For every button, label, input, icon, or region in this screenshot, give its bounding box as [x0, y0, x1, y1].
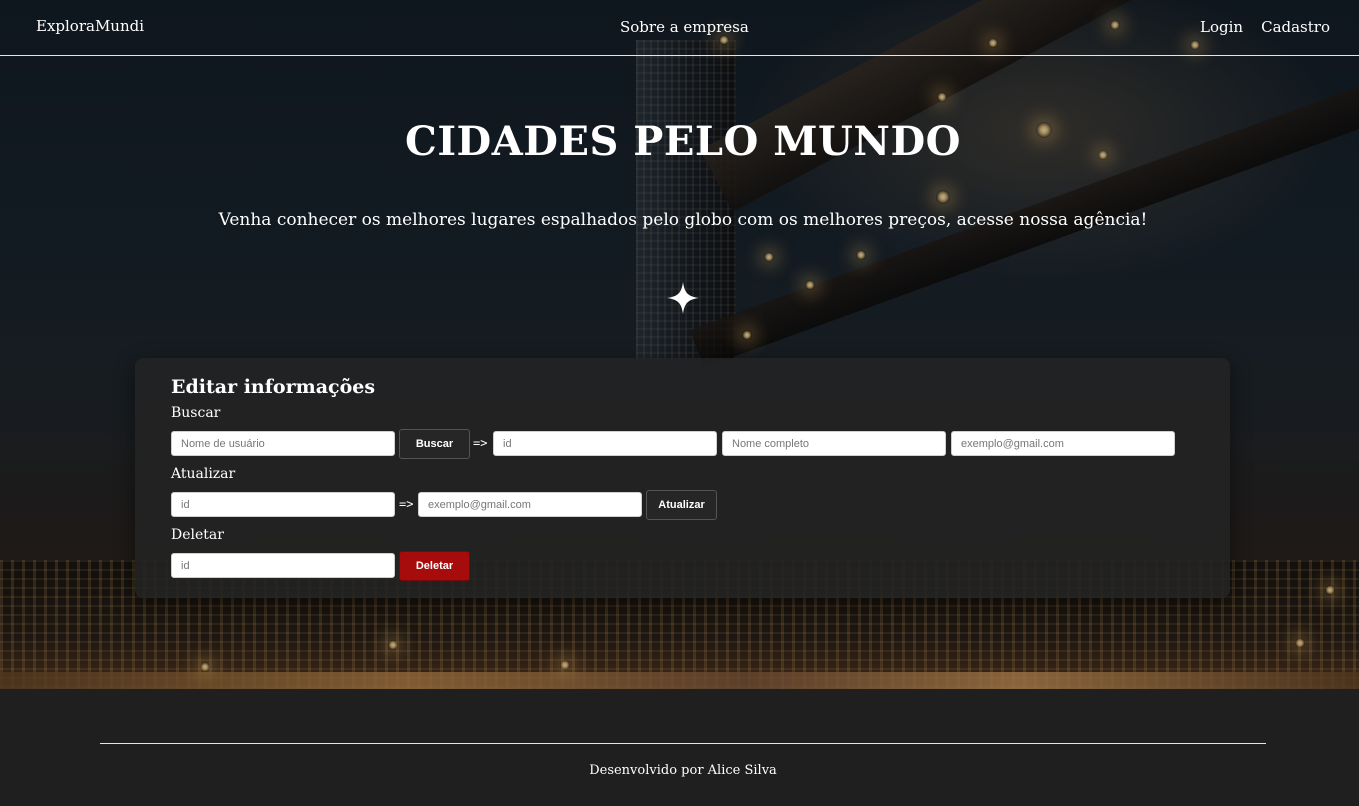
brand-logo-text[interactable]: ExploraMundi — [36, 17, 144, 35]
sparkle-icon — [667, 282, 699, 314]
search-button[interactable]: Buscar — [399, 429, 470, 459]
nav-link-about[interactable]: Sobre a empresa — [620, 18, 749, 36]
search-username-input[interactable] — [171, 431, 395, 456]
page-title: CIDADES PELO MUNDO — [405, 118, 961, 165]
nav-link-login[interactable]: Login — [1200, 18, 1243, 36]
top-navbar: ExploraMundi Sobre a empresa Login Cadas… — [0, 0, 1359, 56]
auth-links: Login Cadastro — [1200, 18, 1330, 36]
delete-section-label: Deletar — [171, 527, 224, 543]
delete-button[interactable]: Deletar — [399, 551, 470, 581]
arrow-indicator: => — [473, 436, 488, 450]
update-button[interactable]: Atualizar — [646, 490, 717, 520]
search-section-label: Buscar — [171, 405, 221, 421]
footer-credit: Desenvolvido por Alice Silva — [589, 763, 777, 778]
result-fullname-field[interactable] — [722, 431, 946, 456]
result-email-field[interactable] — [951, 431, 1175, 456]
hero-subtitle: Venha conhecer os melhores lugares espal… — [218, 210, 1148, 230]
arrow-indicator: => — [399, 497, 414, 511]
update-section-label: Atualizar — [171, 466, 236, 482]
nav-link-signup[interactable]: Cadastro — [1261, 18, 1330, 36]
page-footer: Desenvolvido por Alice Silva — [0, 689, 1359, 806]
footer-divider — [100, 743, 1266, 744]
update-email-input[interactable] — [418, 492, 642, 517]
result-id-field[interactable] — [493, 431, 717, 456]
update-id-input[interactable] — [171, 492, 395, 517]
card-title: Editar informações — [171, 376, 376, 398]
delete-id-input[interactable] — [171, 553, 395, 578]
edit-info-card: Editar informações Buscar Buscar => Atua… — [135, 358, 1230, 598]
